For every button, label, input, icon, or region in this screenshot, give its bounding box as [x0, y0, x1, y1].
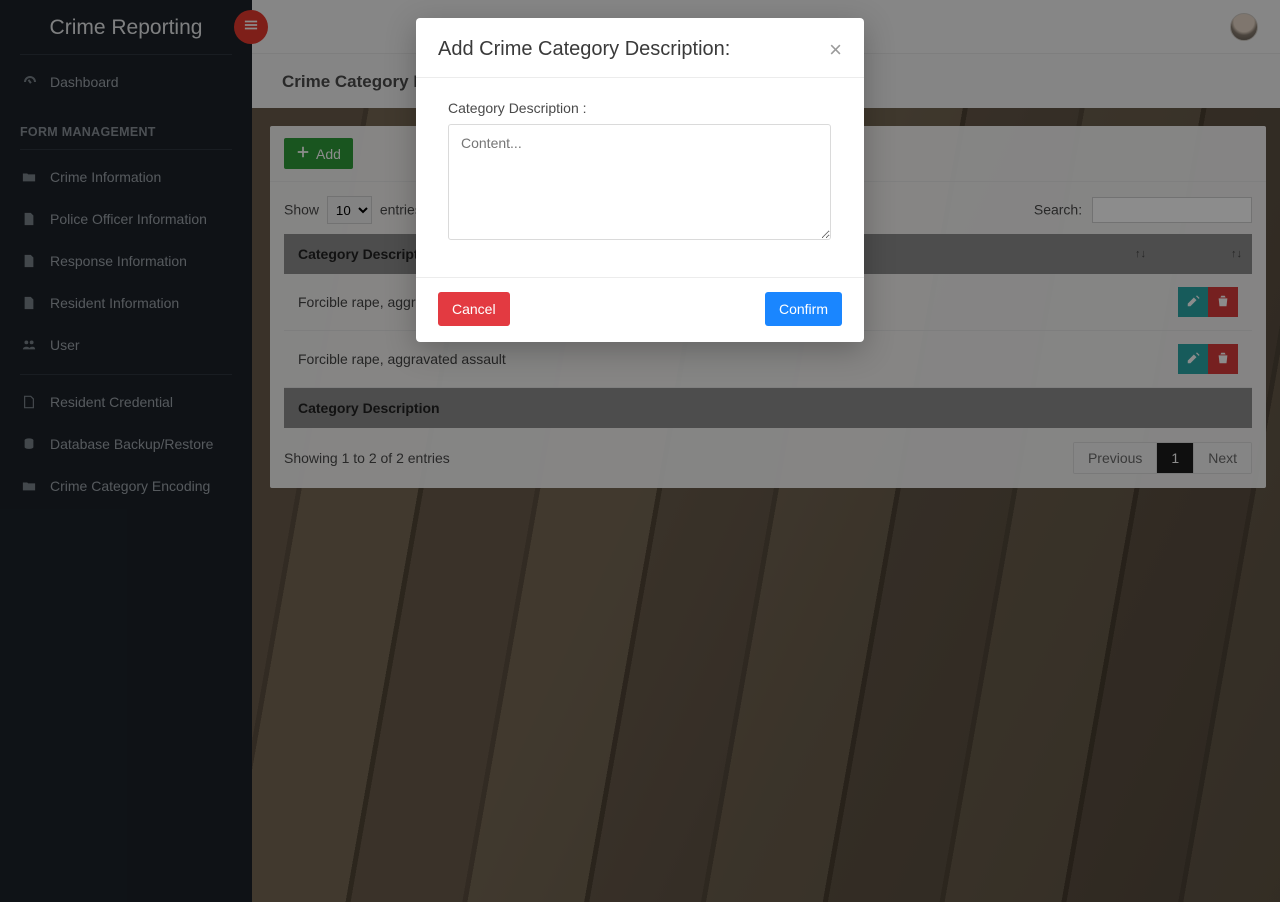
confirm-button[interactable]: Confirm [765, 292, 842, 326]
field-label-category-description: Category Description : [448, 100, 842, 116]
modal-close-button[interactable]: × [829, 39, 842, 61]
modal-title: Add Crime Category Description: [438, 38, 730, 61]
add-category-modal: Add Crime Category Description: × Catego… [416, 18, 864, 342]
category-description-input[interactable] [448, 124, 831, 240]
close-icon: × [829, 37, 842, 62]
cancel-button[interactable]: Cancel [438, 292, 510, 326]
